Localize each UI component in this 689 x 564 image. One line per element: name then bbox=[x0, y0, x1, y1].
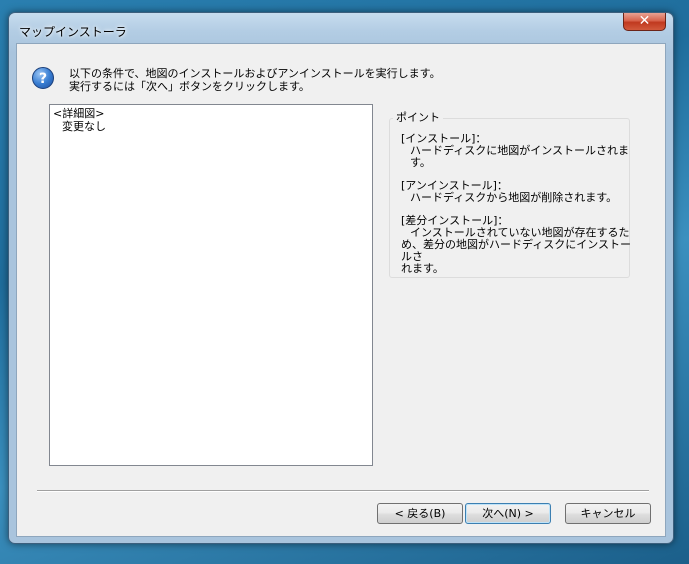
instruction-line-1: 以下の条件で、地図のインストールおよびアンインストールを実行します。 bbox=[69, 67, 441, 80]
separator-line bbox=[37, 490, 649, 492]
next-button[interactable]: 次へ(N) > bbox=[465, 503, 551, 524]
hint-desc-line-3: れます。 bbox=[401, 262, 444, 275]
cancel-button[interactable]: キャンセル bbox=[565, 503, 651, 524]
summary-textbox[interactable]: <詳細図> 変更なし bbox=[49, 104, 373, 466]
instruction-line-2: 実行するには「次へ」ボタンをクリックします。 bbox=[69, 80, 310, 93]
question-icon: ? bbox=[32, 67, 54, 89]
hint-legend: ポイント bbox=[393, 112, 443, 124]
window-title: マップインストーラ bbox=[19, 25, 127, 39]
installer-window: マップインストーラ ✕ ? 以下の条件で、地図のインストールおよびアンインストー… bbox=[8, 12, 674, 544]
hint-desc-line-2: め、差分の地図がハードディスクにインストールさ bbox=[401, 238, 632, 263]
title-bar[interactable]: マップインストーラ ✕ bbox=[9, 13, 673, 43]
back-button[interactable]: < 戻る(B) bbox=[377, 503, 463, 524]
close-icon: ✕ bbox=[638, 13, 651, 29]
hint-item-diff-install: [差分インストール]： インストールされていない地図が存在するた め、差分の地図… bbox=[401, 215, 631, 275]
summary-value: 変更なし bbox=[62, 120, 106, 133]
hint-desc: ハードディスクから地図が削除されます。 bbox=[410, 191, 618, 204]
hint-body: [インストール]： ハードディスクに地図がインストールされます。 [アンインスト… bbox=[401, 133, 631, 286]
hint-desc: ハードディスクに地図がインストールされます。 bbox=[410, 144, 630, 169]
dialog-client-area: ? 以下の条件で、地図のインストールおよびアンインストールを実行します。 実行す… bbox=[16, 43, 666, 537]
summary-heading: <詳細図> bbox=[53, 107, 105, 120]
hint-item-install: [インストール]： ハードディスクに地図がインストールされます。 bbox=[401, 133, 631, 169]
close-button[interactable]: ✕ bbox=[623, 13, 666, 31]
hint-item-uninstall: [アンインストール]： ハードディスクから地図が削除されます。 bbox=[401, 180, 631, 204]
instruction-text: 以下の条件で、地図のインストールおよびアンインストールを実行します。 実行するに… bbox=[69, 67, 441, 93]
